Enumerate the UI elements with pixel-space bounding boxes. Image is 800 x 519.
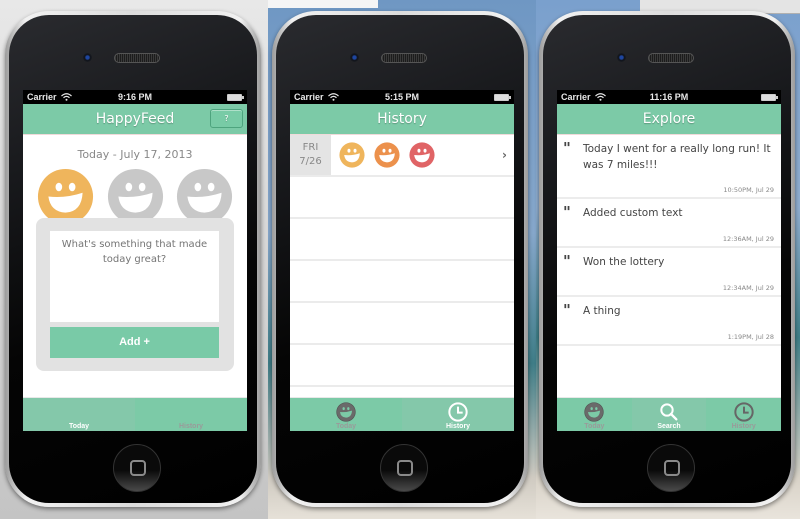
battery-icon [761, 94, 778, 101]
smiley-icon [336, 402, 356, 422]
today-date: Today - July 17, 2013 [77, 148, 193, 161]
tab-history[interactable]: History [706, 398, 781, 431]
tab-bar: Today Search History [557, 397, 781, 431]
smiley-red-icon [409, 142, 435, 168]
nav-bar: History [290, 104, 514, 135]
chevron-right-icon: › [502, 148, 507, 162]
feed-text: Won the lottery [583, 256, 665, 268]
clock-icon [734, 402, 754, 422]
status-bar: Carrier 11:16 PM [557, 90, 781, 104]
empty-row [290, 345, 514, 387]
phone-bezel: Carrier 9:16 PM HappyFeed ? Today - July… [9, 15, 257, 503]
feed-timestamp: 10:50PM, Jul 29 [723, 186, 774, 194]
gratitude-input[interactable] [50, 231, 219, 322]
nav-bar: HappyFeed ? [23, 104, 247, 135]
feed-timestamp: 1:19PM, Jul 28 [727, 333, 774, 341]
quote-icon: " [563, 301, 571, 319]
phone-today: Carrier 9:16 PM HappyFeed ? Today - July… [5, 11, 261, 507]
desktop-window-strip [268, 0, 378, 8]
tab-label: History [178, 423, 204, 430]
history-date-value: 7/26 [299, 156, 322, 167]
home-button[interactable] [113, 444, 161, 492]
home-button[interactable] [380, 444, 428, 492]
tab-label: Today [584, 423, 605, 430]
add-button[interactable]: Add + [50, 327, 219, 358]
screen-history: Carrier 5:15 PM History FRI 7/26 › Today… [290, 90, 514, 431]
quote-icon: " [563, 139, 571, 157]
nav-bar: Explore [557, 104, 781, 135]
tab-label: Search [657, 423, 681, 430]
mood-smiley-icon[interactable] [176, 168, 233, 225]
front-camera [83, 53, 92, 62]
status-bar: Carrier 5:15 PM [290, 90, 514, 104]
phone-history: Carrier 5:15 PM History FRI 7/26 › Today… [272, 11, 528, 507]
empty-row [290, 261, 514, 303]
tab-label: Today [68, 423, 90, 430]
smiley-icon [584, 402, 604, 422]
earpiece-speaker [381, 53, 427, 63]
home-square-icon [130, 460, 146, 476]
feed-timestamp: 12:36AM, Jul 29 [722, 235, 774, 243]
feed-text: Today I went for a really long run! It w… [583, 143, 771, 172]
tab-today[interactable]: Today [290, 398, 402, 431]
phone-bezel: Carrier 5:15 PM History FRI 7/26 › Today… [276, 15, 524, 503]
feed-text: A thing [583, 305, 621, 317]
smiley-yellow-icon [339, 142, 365, 168]
screen-today: Carrier 9:16 PM HappyFeed ? Today - July… [23, 90, 247, 431]
empty-row [290, 177, 514, 219]
clock-icon [448, 402, 468, 422]
help-button[interactable]: ? [210, 109, 243, 128]
mood-smiley-icon-selected[interactable] [37, 168, 94, 225]
earpiece-speaker [114, 53, 160, 63]
tab-label: Today [335, 423, 357, 430]
battery-icon [494, 94, 511, 101]
battery-icon [227, 94, 244, 101]
empty-row [290, 219, 514, 261]
mood-selector [23, 168, 247, 225]
tab-label: History [731, 423, 756, 430]
feed-item[interactable]: " Today I went for a really long run! It… [557, 135, 781, 199]
feed-text: Added custom text [583, 207, 683, 219]
search-icon [659, 402, 679, 422]
screen-explore: Carrier 11:16 PM Explore " Today I went … [557, 90, 781, 431]
mood-smiley-icon[interactable] [107, 168, 164, 225]
tab-today[interactable]: Today [23, 398, 135, 431]
history-day: FRI [302, 142, 319, 153]
tab-bar: Today History [290, 397, 514, 431]
feed-item[interactable]: " A thing 1:19PM, Jul 28 [557, 297, 781, 346]
earpiece-speaker [648, 53, 694, 63]
status-time: 11:16 PM [649, 92, 689, 102]
status-time: 9:16 PM [117, 92, 152, 102]
empty-row [290, 303, 514, 345]
feed-item[interactable]: " Won the lottery 12:34AM, Jul 29 [557, 248, 781, 297]
tab-search[interactable]: Search [631, 398, 707, 431]
tab-bar: Today History [23, 397, 247, 431]
tab-history[interactable]: History [402, 398, 514, 431]
app-title: HappyFeed [95, 111, 175, 127]
tab-history[interactable]: History [135, 398, 247, 431]
front-camera [350, 53, 359, 62]
feed-item[interactable]: " Added custom text 12:36AM, Jul 29 [557, 199, 781, 248]
history-row[interactable]: FRI 7/26 › [290, 135, 514, 177]
status-time: 5:15 PM [384, 92, 419, 102]
status-bar: Carrier 9:16 PM [23, 90, 247, 104]
home-square-icon [664, 460, 680, 476]
tab-today[interactable]: Today [557, 398, 632, 431]
feed-timestamp: 12:34AM, Jul 29 [722, 284, 774, 292]
front-camera [617, 53, 626, 62]
tab-label: History [445, 423, 471, 430]
home-button[interactable] [647, 444, 695, 492]
entry-card: Add + [36, 218, 234, 371]
phone-explore: Carrier 11:16 PM Explore " Today I went … [539, 11, 795, 507]
home-square-icon [397, 460, 413, 476]
quote-icon: " [563, 203, 571, 221]
page-title: Explore [642, 111, 696, 127]
page-title: History [377, 111, 427, 127]
smiley-orange-icon [374, 142, 400, 168]
history-date: FRI 7/26 [290, 135, 331, 175]
quote-icon: " [563, 252, 571, 270]
phone-bezel: Carrier 11:16 PM Explore " Today I went … [543, 15, 791, 503]
